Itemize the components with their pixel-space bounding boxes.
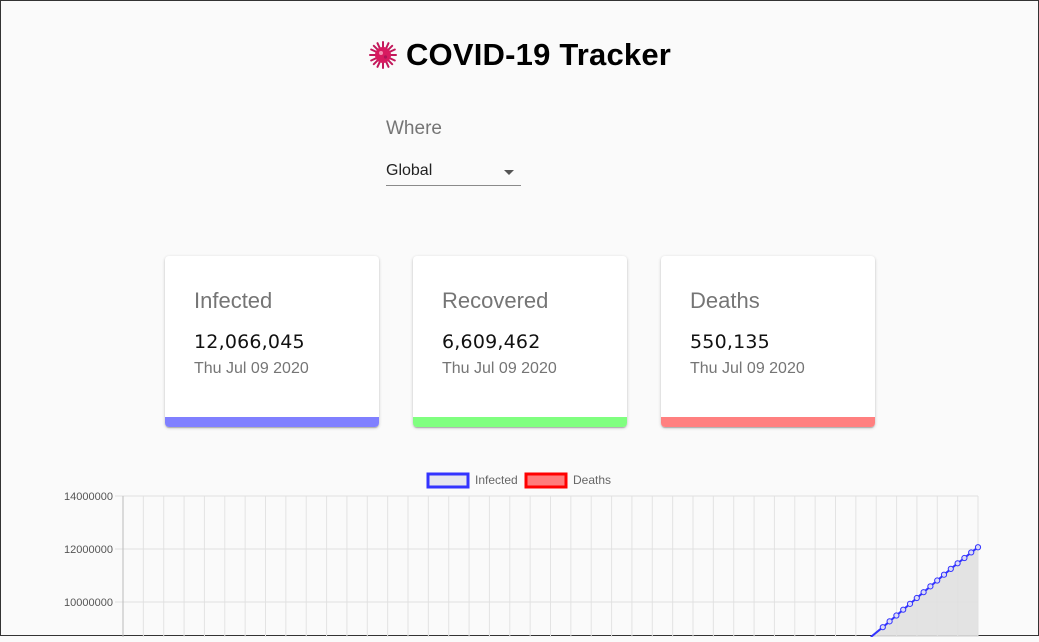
- card-value: 550,135: [690, 331, 770, 353]
- data-point-infected: [927, 583, 934, 590]
- data-point-infected: [920, 589, 927, 596]
- card-infected: Infected 12,066,045 Thu Jul 09 2020: [165, 256, 379, 427]
- y-tick-label: 10000000: [64, 597, 113, 609]
- card-title: Deaths: [690, 288, 760, 313]
- data-point-infected: [893, 612, 900, 619]
- legend-swatch: [524, 472, 568, 489]
- virus-icon: [368, 41, 397, 69]
- card-recovered: Recovered 6,609,462 Thu Jul 09 2020: [413, 256, 627, 427]
- data-point-infected: [900, 606, 907, 613]
- legend-label: Deaths: [573, 473, 611, 487]
- country-picker-label: Where: [386, 118, 442, 139]
- card-date: Thu Jul 09 2020: [194, 360, 309, 377]
- country-select-value: Global: [386, 162, 433, 179]
- card-deaths: Deaths 550,135 Thu Jul 09 2020: [661, 256, 875, 427]
- data-point-infected: [940, 571, 948, 578]
- y-tick-label: 12000000: [64, 544, 113, 556]
- card-color-bar: [413, 417, 627, 427]
- data-point-infected: [954, 560, 961, 567]
- data-point-infected: [879, 624, 886, 631]
- card-date: Thu Jul 09 2020: [690, 360, 805, 377]
- card-color-bar: [165, 417, 379, 427]
- card-value: 6,609,462: [442, 331, 541, 353]
- app-header: COVID-19 Tracker: [1, 37, 1038, 73]
- data-point-infected: [947, 565, 954, 572]
- card-value: 12,066,045: [194, 331, 305, 353]
- data-point-infected: [913, 594, 920, 602]
- legend-swatch: [426, 472, 470, 489]
- card-color-bar: [661, 417, 875, 427]
- country-picker: Where Global: [386, 119, 521, 186]
- y-tick-label: 14000000: [64, 491, 113, 503]
- data-point-infected: [968, 549, 975, 556]
- card-title: Recovered: [442, 288, 549, 313]
- line-chart: 14000000 12000000 10000000 Infected Deaths: [64, 472, 982, 638]
- data-point-infected: [906, 600, 914, 607]
- data-point-infected: [934, 577, 941, 584]
- card-date: Thu Jul 09 2020: [442, 360, 557, 377]
- data-point-infected: [961, 554, 968, 562]
- card-title: Infected: [194, 288, 273, 313]
- chart-container: 14000000 12000000 10000000 Infected Deaths: [1, 463, 1038, 638]
- chevron-down-icon[interactable]: [504, 170, 514, 175]
- legend-label: Infected: [475, 473, 518, 487]
- stats-cards: Infected 12,066,045 Thu Jul 09 2020 Reco…: [165, 256, 875, 427]
- country-select[interactable]: Global: [386, 156, 521, 186]
- data-point-infected: [886, 618, 893, 625]
- data-point-infected: [974, 544, 982, 551]
- app-title: COVID-19 Tracker: [405, 37, 672, 72]
